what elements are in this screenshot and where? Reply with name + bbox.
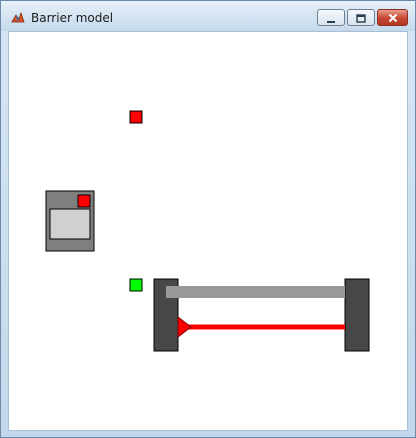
window-title: Barrier model	[31, 11, 114, 25]
control-device-screen	[49, 208, 91, 240]
caption-buttons	[317, 9, 408, 27]
maximize-button[interactable]	[347, 9, 375, 26]
control-device-red-indicator	[77, 194, 91, 208]
close-button[interactable]	[377, 9, 408, 26]
barrier-bar	[166, 286, 345, 298]
matlab-icon	[11, 10, 25, 24]
maximize-icon	[356, 8, 366, 27]
minimize-button[interactable]	[317, 9, 345, 26]
figure-canvas	[8, 31, 408, 431]
figure-window: Barrier model	[0, 0, 416, 438]
bottom-green-indicator	[129, 278, 143, 292]
top-red-indicator	[129, 110, 143, 124]
minimize-icon	[326, 8, 336, 27]
barrier-scene	[45, 110, 370, 352]
beam-emitter	[177, 315, 192, 339]
right-pillar	[344, 278, 370, 352]
title-bar[interactable]: Barrier model	[1, 1, 415, 31]
close-icon	[388, 8, 398, 27]
